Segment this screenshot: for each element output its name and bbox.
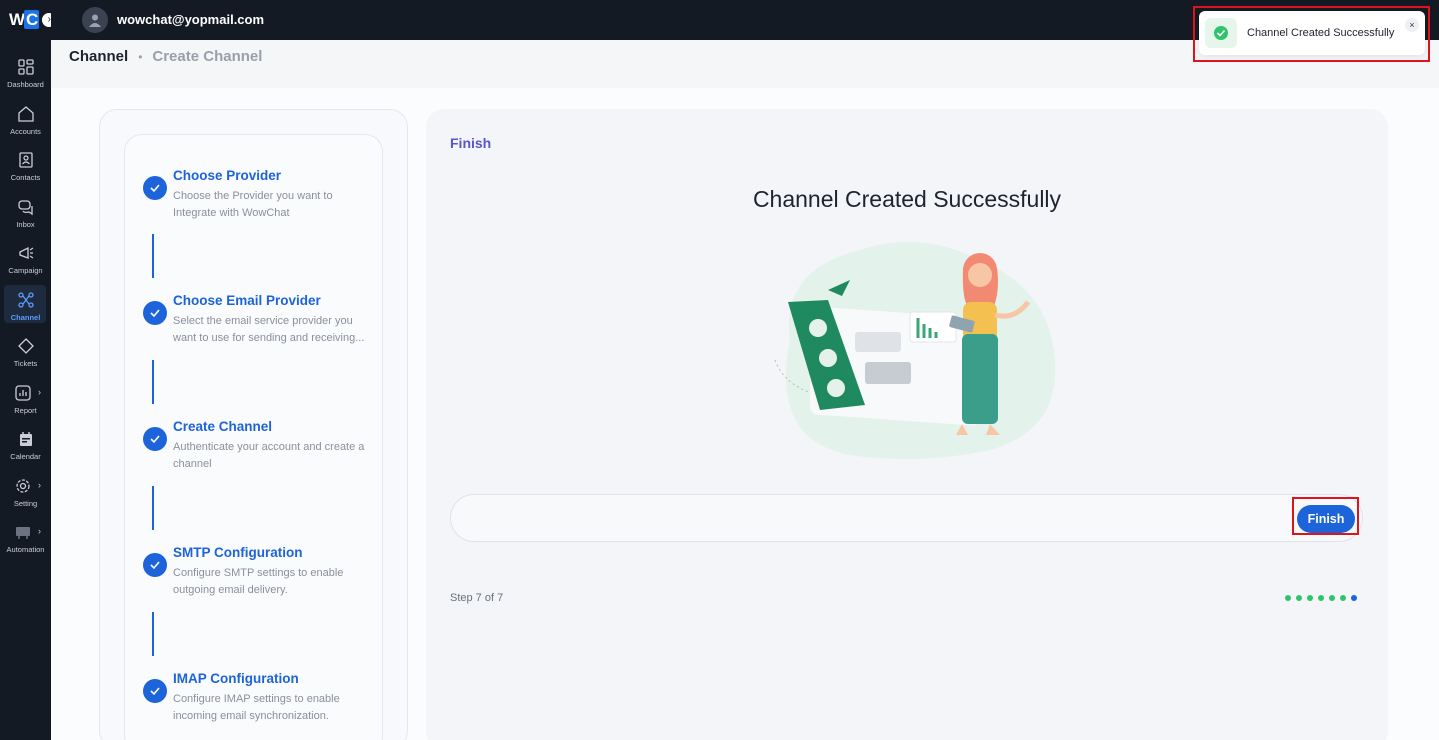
sidebar-item-label: Campaign [8, 266, 43, 275]
sidebar-item-label: Setting [13, 499, 38, 508]
step-desc: Authenticate your account and create a c… [173, 441, 365, 470]
step-title: IMAP Configuration [173, 671, 299, 686]
breadcrumb: Channel • Create Channel [69, 48, 262, 65]
breadcrumb-sub: Create Channel [152, 48, 263, 65]
progress-dot [1329, 595, 1335, 601]
success-headline: Channel Created Successfully [752, 186, 1062, 212]
progress-dot [1340, 595, 1346, 601]
sidebar-item-label: Calendar [10, 452, 41, 461]
toast-highlight [1193, 6, 1430, 62]
step-connector [152, 234, 154, 278]
progress-dot [1285, 595, 1291, 601]
progress-dot [1318, 595, 1324, 601]
step-desc: Configure SMTP settings to enable outgoi… [173, 567, 344, 596]
sidebar-item-label: Channel [10, 313, 41, 322]
sidebar-item-report[interactable]: › Report [0, 378, 51, 418]
contact-card-icon [18, 152, 33, 168]
progress-dot [1307, 595, 1313, 601]
step-title: Create Channel [173, 419, 273, 434]
calendar-icon [19, 432, 32, 446]
user-icon [89, 14, 101, 27]
logo-letter-w: W [9, 10, 25, 29]
sidebar-item-calendar[interactable]: Calendar [0, 424, 51, 464]
chevron-right-icon: › [38, 526, 41, 536]
sidebar-item-inbox[interactable]: Inbox [0, 192, 51, 232]
logo-letter-c: C [24, 10, 40, 29]
avatar[interactable] [82, 7, 108, 33]
home-icon [17, 106, 34, 122]
step-connector [152, 360, 154, 404]
sidebar-item-tickets[interactable]: Tickets [0, 331, 51, 371]
sidebar: WC › Dashboard Accounts Contacts Inbox C… [0, 0, 57, 740]
sidebar-item-contacts[interactable]: Contacts [0, 145, 51, 185]
check-icon [143, 427, 167, 451]
step-connector [152, 612, 154, 656]
breadcrumb-current[interactable]: Channel [69, 48, 128, 65]
progress-dots [1285, 595, 1357, 601]
sidebar-item-channel[interactable]: Channel [0, 285, 51, 325]
progress-dot [1296, 595, 1302, 601]
success-illustration [774, 242, 1056, 459]
step-desc: Configure IMAP settings to enable incomi… [173, 693, 340, 722]
step-counter: Step 7 of 7 [450, 592, 504, 604]
sidebar-item-label: Report [14, 406, 37, 415]
chevron-right-icon: › [38, 480, 41, 490]
step-connector [152, 486, 154, 530]
sidebar-item-label: Contacts [10, 173, 41, 182]
step-title: SMTP Configuration [173, 545, 303, 560]
sidebar-item-dashboard[interactable]: Dashboard [0, 52, 51, 92]
ticket-icon [17, 338, 34, 354]
sidebar-item-label: Tickets [13, 359, 38, 368]
step-desc: Choose the Provider you want to Integrat… [173, 190, 333, 219]
step-title: Choose Provider [173, 168, 282, 183]
check-icon [143, 301, 167, 325]
automation-icon [15, 527, 30, 539]
sidebar-item-label: Automation [6, 545, 45, 554]
sidebar-item-setting[interactable]: › Setting [0, 471, 51, 511]
chat-bubbles-icon [17, 200, 33, 216]
finish-button[interactable]: Finish [1297, 505, 1355, 533]
check-icon [143, 679, 167, 703]
progress-dot-current [1351, 595, 1357, 601]
sidebar-item-accounts[interactable]: Accounts [0, 99, 51, 139]
channel-network-icon [17, 292, 34, 308]
sidebar-item-campaign[interactable]: Campaign [0, 238, 51, 278]
chevron-right-icon: › [38, 387, 41, 397]
sidebar-item-label: Dashboard [7, 80, 44, 89]
report-chart-icon [14, 385, 31, 401]
step-desc: Select the email service provider you wa… [173, 315, 365, 344]
user-email: wowchat@yopmail.com [117, 12, 265, 27]
check-icon [143, 553, 167, 577]
dashboard-icon [17, 59, 34, 75]
check-icon [143, 176, 167, 200]
sidebar-item-label: Inbox [16, 220, 35, 229]
action-bar [450, 494, 1363, 542]
step-title: Choose Email Provider [173, 293, 321, 308]
sidebar-item-automation[interactable]: › Automation [0, 517, 51, 557]
sidebar-item-label: Accounts [10, 127, 41, 136]
gear-icon [15, 479, 30, 493]
breadcrumb-separator: • [138, 50, 143, 64]
tab-finish[interactable]: Finish [450, 135, 491, 151]
app-logo[interactable]: WC › [9, 10, 57, 30]
megaphone-icon [18, 246, 33, 259]
